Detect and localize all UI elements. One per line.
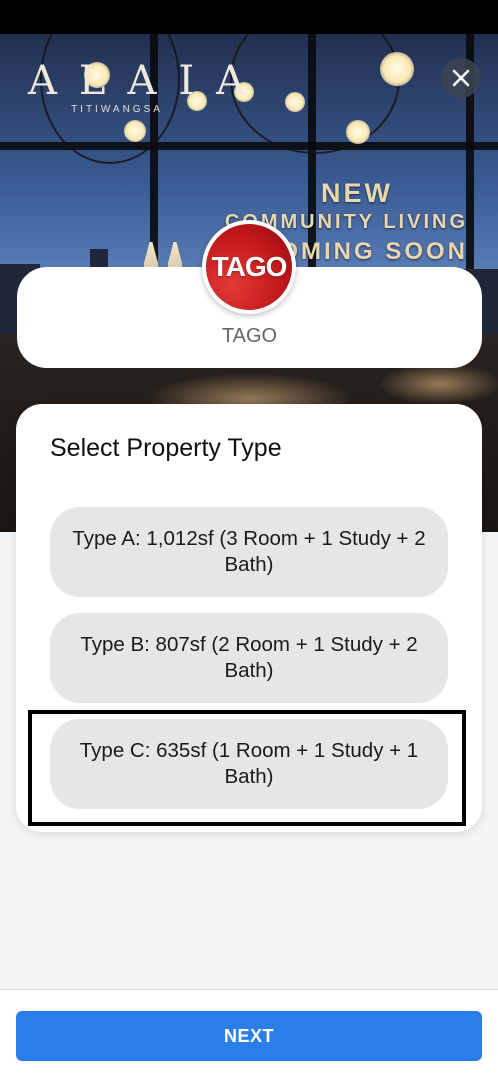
close-icon	[452, 69, 470, 87]
option-label: Type C: 635sf (1 Room + 1 Study + 1 Bath…	[79, 739, 419, 788]
promo-line-1: NEW	[321, 178, 393, 208]
lamp	[124, 120, 146, 142]
option-label: Type A: 1,012sf (3 Room + 1 Study + 2 Ba…	[72, 527, 426, 576]
brand-subtitle: TITIWANGSA	[71, 104, 163, 115]
developer-logo: TAGO	[202, 220, 296, 314]
brand-logo: ALAIA TITIWANGSA	[22, 58, 268, 115]
developer-name: TAGO	[221, 325, 278, 347]
lamp	[346, 120, 370, 144]
option-label: Type B: 807sf (2 Room + 1 Study + 2 Bath…	[80, 633, 418, 682]
panel-title: Select Property Type	[50, 434, 282, 462]
property-type-panel: Select Property Type Type A: 1,012sf (3 …	[16, 404, 482, 832]
bottom-bar: NEXT	[0, 989, 498, 1080]
property-option-type-b[interactable]: Type B: 807sf (2 Room + 1 Study + 2 Bath…	[50, 613, 448, 703]
lamp	[380, 52, 414, 86]
brand-name: ALAIA	[28, 58, 268, 104]
property-option-type-a[interactable]: Type A: 1,012sf (3 Room + 1 Study + 2 Ba…	[50, 507, 448, 597]
property-option-type-c[interactable]: Type C: 635sf (1 Room + 1 Study + 1 Bath…	[50, 719, 448, 809]
status-bar	[0, 0, 498, 34]
next-button[interactable]: NEXT	[16, 1011, 482, 1061]
developer-logo-mark: TAGO	[206, 224, 292, 310]
table-glow	[380, 364, 498, 404]
lamp	[285, 92, 305, 112]
close-button[interactable]	[441, 58, 481, 98]
